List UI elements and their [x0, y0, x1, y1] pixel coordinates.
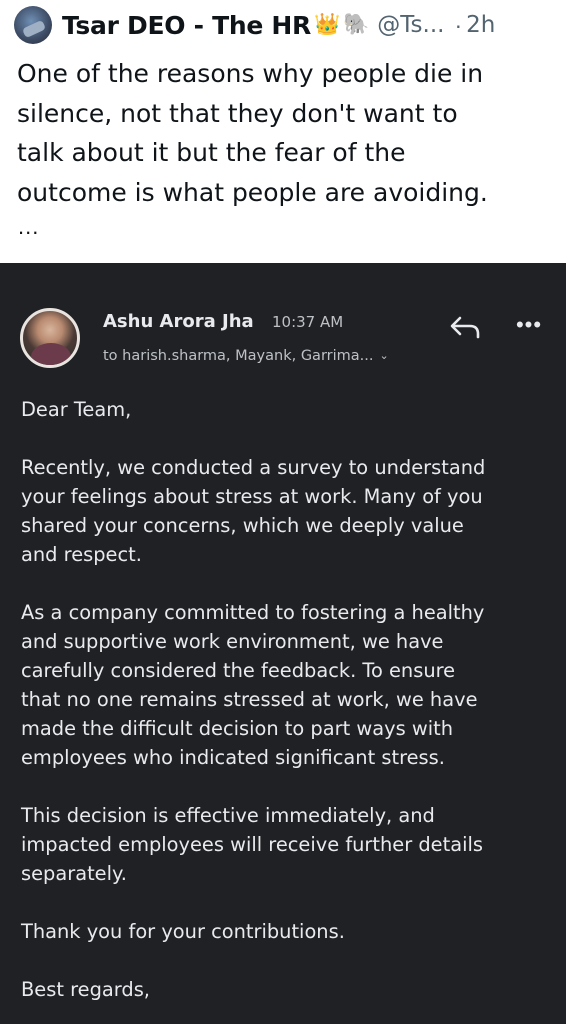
reply-icon[interactable]	[448, 311, 484, 341]
author-avatar[interactable]	[14, 6, 52, 44]
author-handle[interactable]: @Ts...	[377, 12, 444, 38]
crown-emoji-icon: 👑	[313, 13, 341, 36]
email-paragraph: Recently, we conducted a survey to under…	[21, 456, 486, 566]
more-options-icon[interactable]: •••	[512, 313, 546, 337]
email-signoff: Best regards,	[21, 978, 150, 1001]
tweet-ellipsis: ...	[18, 214, 40, 239]
sender-avatar[interactable]	[20, 308, 80, 368]
recipients-text: to harish.sharma, Mayank, Garrima...	[103, 348, 374, 364]
email-paragraph: This decision is effective immediately, …	[21, 804, 483, 885]
email-time: 10:37 AM	[272, 313, 344, 331]
tweet-text: One of the reasons why people die in sil…	[17, 59, 488, 207]
chevron-down-icon[interactable]: ⌄	[379, 349, 388, 362]
recipients-line[interactable]: to harish.sharma, Mayank, Garrima... ⌄	[103, 348, 389, 364]
elephant-emoji-icon: 🐘	[343, 13, 370, 36]
tweet-header: Tsar DEO - The HR 👑 🐘 @Ts... · 2h	[0, 0, 566, 50]
time-separator: ·	[454, 11, 463, 38]
sender-name: Ashu Arora Jha	[103, 311, 254, 332]
tweet-time[interactable]: 2h	[466, 12, 495, 38]
email-thanks: Thank you for your contributions.	[21, 920, 345, 943]
author-name[interactable]: Tsar DEO - The HR	[62, 11, 311, 40]
email-greeting: Dear Team,	[21, 398, 132, 421]
email-screenshot[interactable]: Ashu Arora Jha 10:37 AM to harish.sharma…	[0, 263, 566, 1024]
email-body: Dear Team, Recently, we conducted a surv…	[21, 395, 551, 1024]
email-paragraph: As a company committed to fostering a he…	[21, 601, 485, 769]
